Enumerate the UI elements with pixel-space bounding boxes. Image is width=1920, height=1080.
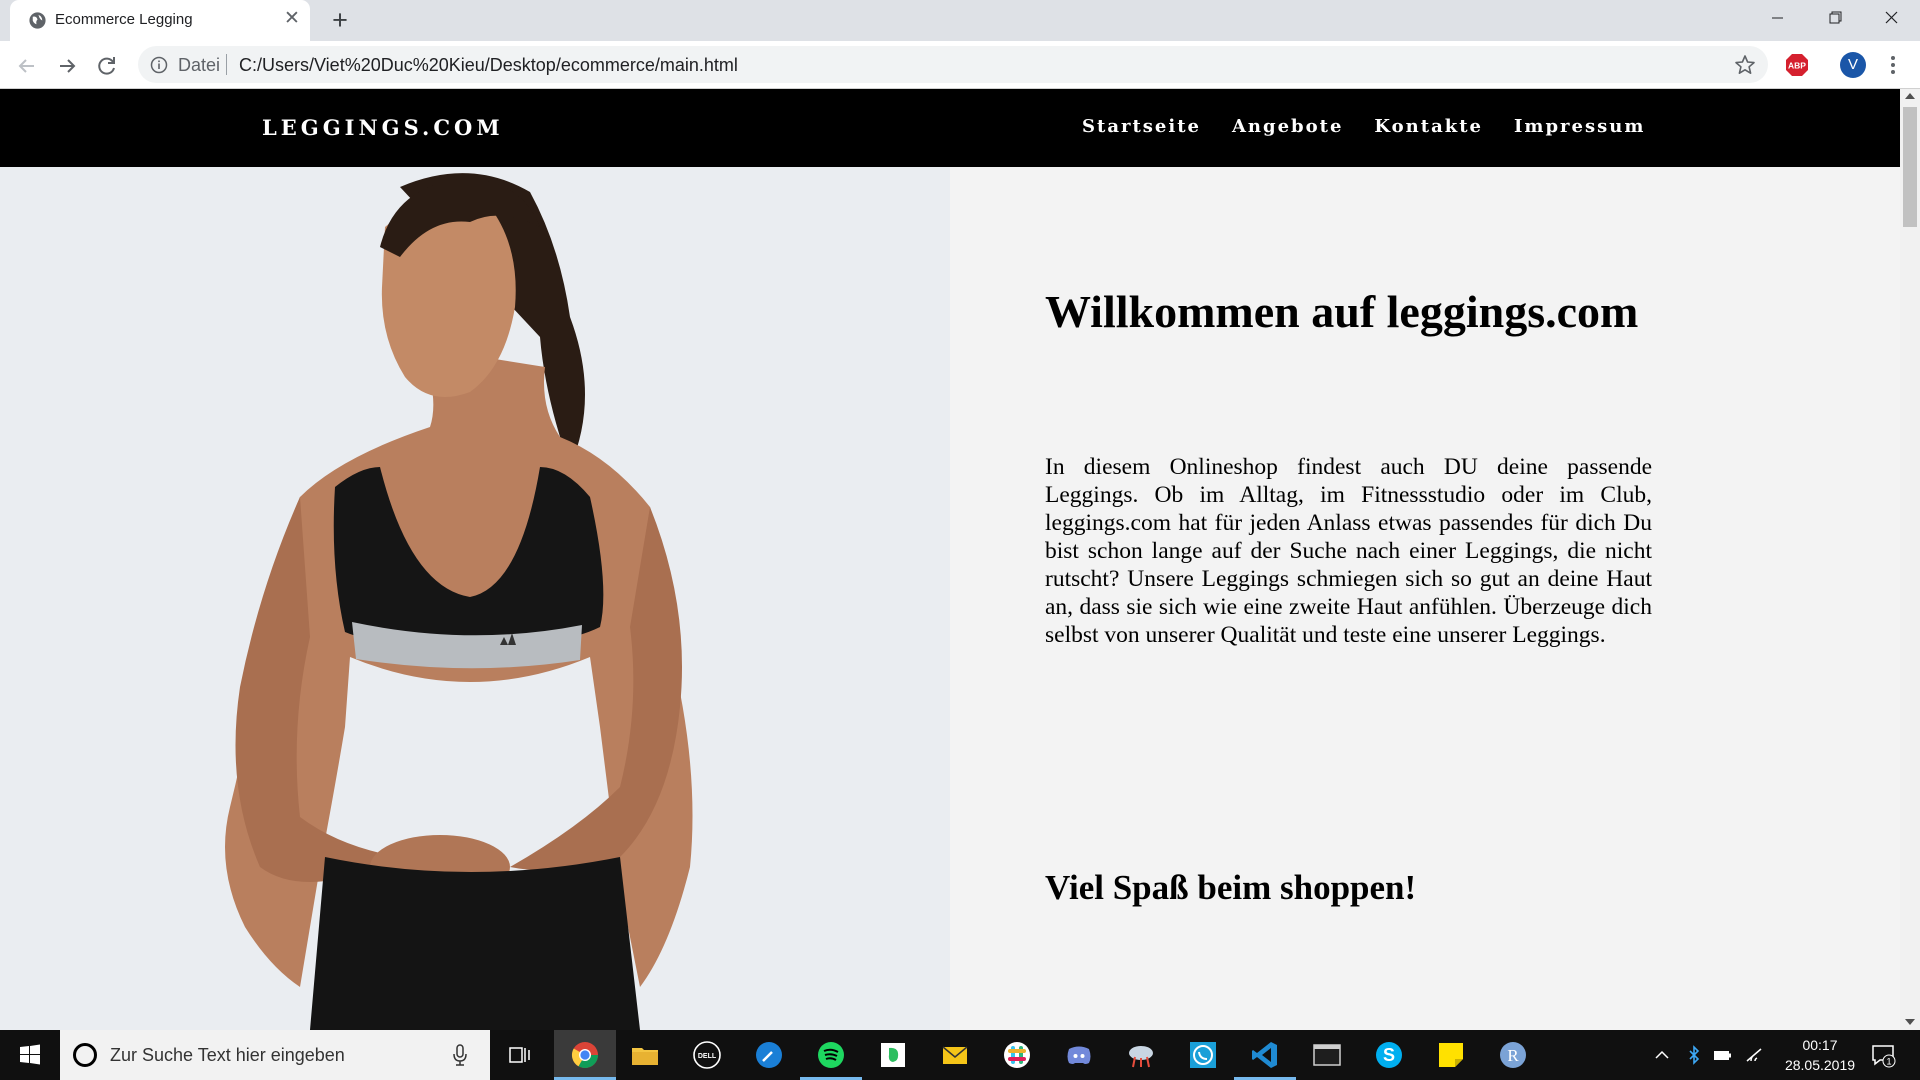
action-center-icon[interactable]: 1 [1870,1042,1896,1068]
clock-date[interactable]: 28.05.2019 [1775,1057,1865,1073]
windows-taskbar: Zur Suche Text hier eingeben DELL S R 00… [0,1030,1920,1080]
browser-tab-strip: Ecommerce Legging ✕ + [0,0,1920,41]
cortana-icon[interactable] [73,1043,97,1067]
browser-tab[interactable]: Ecommerce Legging ✕ [10,0,310,41]
url-text[interactable]: C:/Users/Viet%20Duc%20Kieu/Desktop/ecomm… [239,55,738,76]
site-logo[interactable]: LEGGINGS.COM [262,115,504,140]
closing-heading: Viel Spaß beim shoppen! [1045,868,1417,907]
file-explorer-icon[interactable] [629,1039,661,1071]
forward-arrow-icon[interactable] [54,53,80,79]
scroll-up-arrow-icon[interactable] [1905,93,1915,99]
slack-icon[interactable] [1001,1039,1033,1071]
address-bar[interactable]: Datei C:/Users/Viet%20Duc%20Kieu/Desktop… [138,46,1768,83]
omnibox-divider [226,54,227,75]
svg-text:R: R [1507,1046,1519,1065]
clock-time[interactable]: 00:17 [1790,1037,1850,1053]
nav-link-angebote[interactable]: Angebote [1232,116,1343,137]
more-menu-icon[interactable] [1886,52,1900,78]
info-icon[interactable] [150,56,168,74]
notification-count: 1 [1886,1057,1891,1067]
browser-toolbar: Datei C:/Users/Viet%20Duc%20Kieu/Desktop… [0,41,1920,89]
adblock-label: ABP [1788,61,1806,71]
profile-avatar[interactable]: V [1840,52,1866,78]
url-scheme-label: Datei [178,55,221,75]
spotify-icon[interactable] [815,1039,847,1071]
restore-window-icon[interactable] [1806,0,1863,37]
page-title: Willkommen auf leggings.com [1045,286,1639,337]
search-placeholder: Zur Suche Text hier eingeben [110,1045,345,1065]
dell-icon[interactable]: DELL [691,1039,723,1071]
whatsapp-icon[interactable] [1187,1039,1219,1071]
nav-link-startseite[interactable]: Startseite [1082,116,1201,137]
bookmark-star-icon[interactable] [1734,54,1756,76]
task-view-icon[interactable] [504,1039,536,1071]
skype-icon[interactable]: S [1373,1039,1405,1071]
vscode-icon[interactable] [1249,1039,1281,1071]
svg-text:S: S [1383,1045,1395,1065]
evernote-icon[interactable] [877,1039,909,1071]
scroll-thumb[interactable] [1903,107,1917,227]
r-app-icon[interactable]: R [1497,1039,1529,1071]
windows-start-icon[interactable] [0,1030,60,1080]
page-scrollbar[interactable] [1900,89,1920,1030]
adblock-plus-icon[interactable]: ABP [1785,53,1809,77]
discord-icon[interactable] [1063,1039,1095,1071]
close-window-icon[interactable] [1863,0,1920,37]
sticky-notes-icon[interactable] [1435,1039,1467,1071]
model-photo [225,173,693,1030]
new-tab-button[interactable]: + [326,6,354,34]
bluetooth-icon[interactable] [1684,1045,1704,1065]
minimize-window-icon[interactable] [1749,0,1806,37]
scroll-down-arrow-icon[interactable] [1905,1019,1915,1025]
chrome-icon[interactable] [569,1039,601,1071]
hero-image [0,167,950,1030]
tray-chevron-up-icon[interactable] [1652,1045,1672,1065]
back-arrow-icon[interactable] [14,53,40,79]
svg-text:DELL: DELL [698,1053,717,1060]
main-navigation: Startseite Angebote Kontakte Impressum [1082,116,1645,137]
app-wrench-icon[interactable] [753,1039,785,1071]
battery-icon[interactable] [1712,1045,1732,1065]
close-tab-icon[interactable]: ✕ [281,8,303,30]
intro-paragraph: In diesem Onlineshop findest auch DU dei… [1045,454,1652,648]
globe-icon [29,12,46,29]
nav-link-impressum[interactable]: Impressum [1514,116,1645,137]
tab-title: Ecommerce Legging [55,11,193,28]
taskbar-search-box[interactable]: Zur Suche Text hier eingeben [60,1030,490,1080]
site-navbar: LEGGINGS.COM Startseite Angebote Kontakt… [0,89,1900,167]
microphone-icon[interactable] [452,1043,468,1067]
cloud-app-icon[interactable] [1125,1039,1157,1071]
terminal-icon[interactable] [1311,1039,1343,1071]
page-viewport: LEGGINGS.COM Startseite Angebote Kontakt… [0,89,1900,1030]
reload-icon[interactable] [94,53,120,79]
nav-link-kontakte[interactable]: Kontakte [1374,116,1483,137]
mail-icon[interactable] [939,1039,971,1071]
wifi-icon[interactable] [1744,1045,1764,1065]
